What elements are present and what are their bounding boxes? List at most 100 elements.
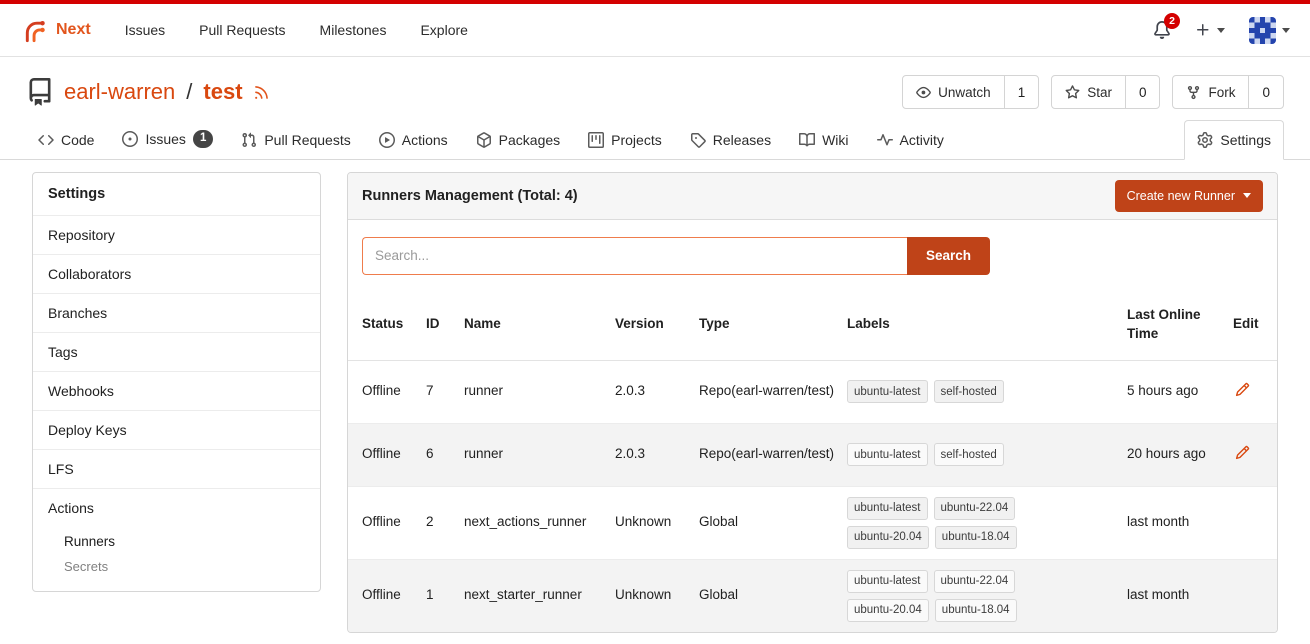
edit-runner-button[interactable] [1233,380,1252,399]
issue-icon [122,131,138,147]
sidebar-item-webhooks[interactable]: Webhooks [33,371,320,410]
runner-name: next_starter_runner [464,576,615,615]
runner-edit-cell [1233,433,1263,476]
label-chip: ubuntu-latest [847,380,928,403]
sidebar-item-collaborators[interactable]: Collaborators [33,254,320,293]
label-chip: ubuntu-latest [847,570,928,593]
forks-count[interactable]: 0 [1248,76,1283,108]
col-edit: Edit [1233,299,1269,350]
label-chip: ubuntu-latest [847,497,928,520]
chevron-down-icon [1217,28,1225,33]
col-type: Type [699,299,847,350]
notification-count-badge: 2 [1164,13,1180,29]
notifications-button[interactable]: 2 [1153,21,1171,39]
tab-code[interactable]: Code [26,121,106,159]
repo-name-link[interactable]: test [203,79,242,105]
runner-last-online: 20 hours ago [1127,435,1233,474]
repo-tabs: Code Issues 1 Pull Requests Actions Pack… [0,119,1310,160]
fork-button[interactable]: Fork [1173,76,1248,108]
repo-header: earl-warren / test Unwatch 1 Star 0 [0,57,1310,119]
code-icon [38,132,54,148]
label-chip: ubuntu-latest [847,443,928,466]
runner-labels: ubuntu-latest ubuntu-22.04 ubuntu-20.04 … [847,560,1057,632]
tab-issues[interactable]: Issues 1 [110,119,225,159]
panel-title: Runners Management (Total: 4) [362,188,578,204]
edit-runner-button[interactable] [1233,443,1252,462]
sidebar-item-repository[interactable]: Repository [33,215,320,254]
watch-button-group: Unwatch 1 [902,75,1039,109]
tab-issues-label: Issues [145,131,185,147]
fork-icon [1186,85,1201,100]
label-chip: ubuntu-22.04 [934,497,1016,520]
repo-icon [26,78,54,106]
stars-count[interactable]: 0 [1125,76,1160,108]
search-button[interactable]: Search [907,237,990,275]
package-icon [476,132,492,148]
sidebar-item-lfs[interactable]: LFS [33,449,320,488]
table-row: Offline 6 runner 2.0.3 Repo(earl-warren/… [348,424,1277,487]
tab-projects-label: Projects [611,132,662,148]
rss-icon[interactable] [253,84,270,101]
table-row: Offline 7 runner 2.0.3 Repo(earl-warren/… [348,361,1277,424]
settings-sidebar: Settings Repository Collaborators Branch… [32,172,321,592]
repo-owner-link[interactable]: earl-warren [64,79,175,105]
issues-count-badge: 1 [193,130,213,148]
runner-edit-cell [1233,586,1263,606]
user-menu-button[interactable] [1249,17,1290,44]
label-chip: ubuntu-20.04 [847,526,929,549]
sidebar-item-deploy-keys[interactable]: Deploy Keys [33,410,320,449]
tag-icon [690,132,706,148]
label-chip: ubuntu-22.04 [934,570,1016,593]
nav-item-milestones[interactable]: Milestones [320,22,387,38]
unwatch-button[interactable]: Unwatch [903,76,1004,108]
nav-item-pull-requests[interactable]: Pull Requests [199,22,285,38]
table-header-row: Status ID Name Version Type Labels Last … [348,290,1277,361]
runner-type: Global [699,576,847,615]
sidebar-item-secrets[interactable]: Secrets [33,554,320,579]
sidebar-item-actions[interactable]: Actions [33,488,320,527]
tab-actions[interactable]: Actions [367,121,460,159]
runner-id: 2 [426,503,464,542]
tab-code-label: Code [61,132,94,148]
create-runner-button[interactable]: Create new Runner [1115,180,1263,212]
col-name: Name [464,299,615,350]
sidebar-title: Settings [33,173,320,215]
main-navbar: Next Issues Pull Requests Milestones Exp… [0,4,1310,57]
star-button[interactable]: Star [1052,76,1125,108]
tab-packages[interactable]: Packages [464,121,572,159]
tab-pull-requests[interactable]: Pull Requests [229,121,362,159]
create-new-menu-button[interactable] [1195,22,1225,38]
create-runner-label: Create new Runner [1127,189,1235,203]
fork-label: Fork [1208,85,1235,100]
panel-header: Runners Management (Total: 4) Create new… [348,173,1277,220]
fork-button-group: Fork 0 [1172,75,1284,109]
star-icon [1065,85,1080,100]
search-input[interactable] [362,237,907,275]
label-chip: self-hosted [934,443,1004,466]
tab-wiki[interactable]: Wiki [787,121,860,159]
project-icon [588,132,604,148]
runner-edit-cell [1233,370,1263,413]
home-link[interactable]: Next [20,17,91,44]
tab-settings[interactable]: Settings [1184,120,1284,160]
runner-status: Offline [362,372,426,411]
runner-status: Offline [362,503,426,542]
tab-activity[interactable]: Activity [865,121,956,159]
runner-last-online: 5 hours ago [1127,372,1233,411]
nav-item-explore[interactable]: Explore [420,22,467,38]
col-version: Version [615,299,699,350]
nav-item-issues[interactable]: Issues [125,22,165,38]
runner-status: Offline [362,576,426,615]
tab-activity-label: Activity [900,132,944,148]
watchers-count[interactable]: 1 [1004,76,1039,108]
sidebar-item-tags[interactable]: Tags [33,332,320,371]
sidebar-item-branches[interactable]: Branches [33,293,320,332]
sidebar-actions-subsection: Runners Secrets [33,527,320,591]
runner-version: 2.0.3 [615,372,699,411]
sidebar-item-runners[interactable]: Runners [33,529,320,554]
runner-labels: ubuntu-latest self-hosted [847,433,1057,476]
tab-wiki-label: Wiki [822,132,848,148]
tab-projects[interactable]: Projects [576,121,674,159]
col-labels: Labels [847,299,1127,350]
tab-releases[interactable]: Releases [678,121,783,159]
